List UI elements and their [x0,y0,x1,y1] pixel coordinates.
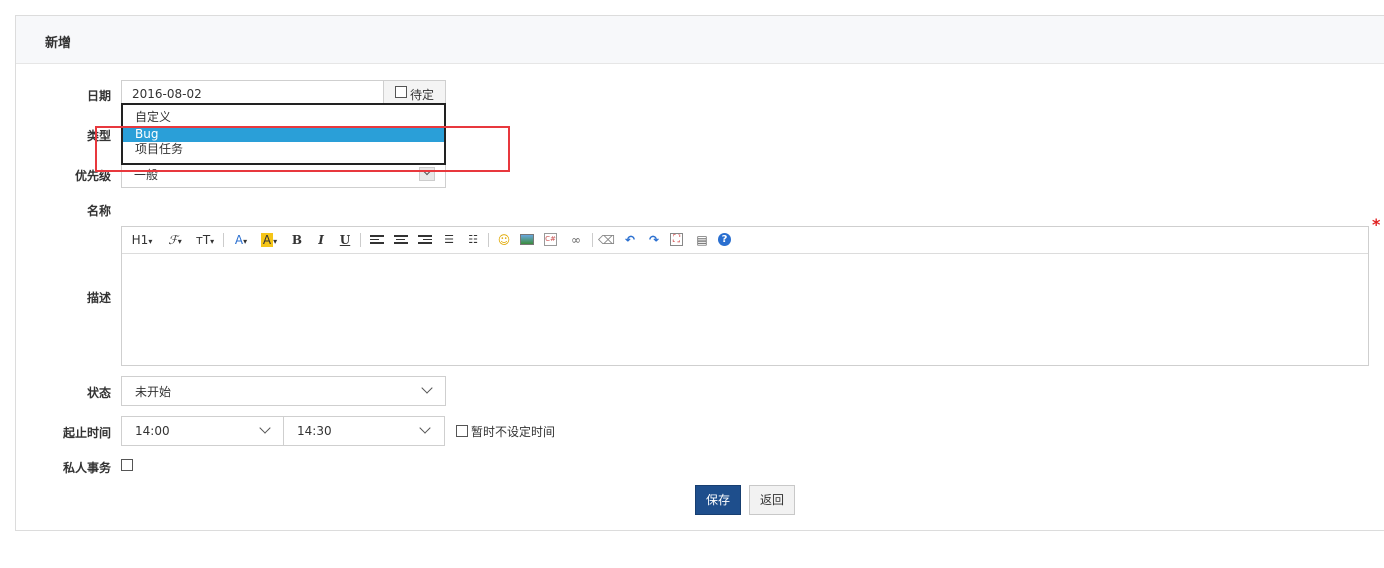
toolbar-divider [360,233,361,247]
fullscreen-icon[interactable]: ⛶ [670,232,686,248]
chevron-down-icon [419,422,431,434]
font-size-button[interactable]: тT▾ [194,232,216,248]
code-icon[interactable]: C# [544,232,560,248]
highlight-button[interactable]: A ▾ [258,232,280,248]
toolbar-divider [488,233,489,247]
ordered-list-icon[interactable]: ☰ [442,232,456,248]
status-value: 未开始 [135,385,172,399]
no-time-label: 暂时不设定时间 [471,425,556,439]
toolbar-divider [223,233,224,247]
description-label: 描述 [86,291,111,305]
paste-icon[interactable]: ▤ [694,232,710,248]
editor-toolbar: H1▾ ℱ▾ тT▾ A▾ A ▾ B I U ☰ ☷ ☺ C# ∞ ⌫ ↶ ↷ … [122,227,1368,254]
eraser-icon[interactable]: ⌫ [598,232,615,248]
pending-checkbox[interactable] [395,86,407,98]
time-label: 起止时间 [62,426,111,440]
align-right-icon[interactable] [418,235,432,251]
link-icon[interactable]: ∞ [568,232,584,248]
undo-icon[interactable]: ↶ [622,232,638,248]
panel-header: 新增 [16,16,1384,64]
emoji-icon[interactable]: ☺ [496,232,512,248]
start-time-select[interactable]: 14:00 [121,416,284,446]
toolbar-divider [592,233,593,247]
priority-value: 一般 [134,168,159,182]
name-label: 名称 [86,204,111,218]
type-option-custom[interactable]: 自定义 [123,110,444,125]
priority-arrow-button[interactable] [419,166,435,181]
date-value: 2016-08-02 [132,87,202,101]
panel-title: 新增 [45,36,72,51]
type-dropdown-list[interactable]: 自定义 Bug 项目任务 [121,103,446,165]
chevron-down-icon [259,422,271,434]
priority-label: 优先级 [74,169,111,183]
type-label: 类型 [86,129,111,143]
private-label: 私人事务 [62,461,111,475]
underline-button[interactable]: U [338,232,352,248]
heading-button[interactable]: H1▾ [130,232,154,248]
status-label: 状态 [86,386,111,400]
font-color-button[interactable]: A▾ [231,232,251,248]
description-editor[interactable]: H1▾ ℱ▾ тT▾ A▾ A ▾ B I U ☰ ☷ ☺ C# ∞ ⌫ ↶ ↷ … [121,226,1369,366]
bold-button[interactable]: B [290,232,304,248]
back-button[interactable]: 返回 [749,485,795,515]
start-time-value: 14:00 [135,424,170,438]
align-left-icon[interactable] [370,235,384,251]
pending-label: 待定 [410,88,435,102]
save-button[interactable]: 保存 [695,485,741,515]
redo-icon[interactable]: ↷ [646,232,662,248]
italic-button[interactable]: I [314,232,328,248]
align-center-icon[interactable] [394,235,408,251]
end-time-value: 14:30 [297,424,332,438]
help-icon[interactable]: ? [718,232,734,248]
unordered-list-icon[interactable]: ☷ [466,232,480,248]
chevron-down-icon [421,382,433,394]
no-time-checkbox[interactable] [456,425,468,437]
type-option-bug[interactable]: Bug [123,127,444,142]
image-icon[interactable] [520,232,536,248]
required-mark: * [1372,215,1381,234]
font-family-button[interactable]: ℱ▾ [164,232,186,248]
chevron-down-icon [422,166,432,176]
date-label: 日期 [86,89,111,103]
type-option-project-task[interactable]: 项目任务 [123,142,444,157]
private-checkbox[interactable] [121,459,133,471]
status-select[interactable]: 未开始 [121,376,446,406]
end-time-select[interactable]: 14:30 [283,416,445,446]
